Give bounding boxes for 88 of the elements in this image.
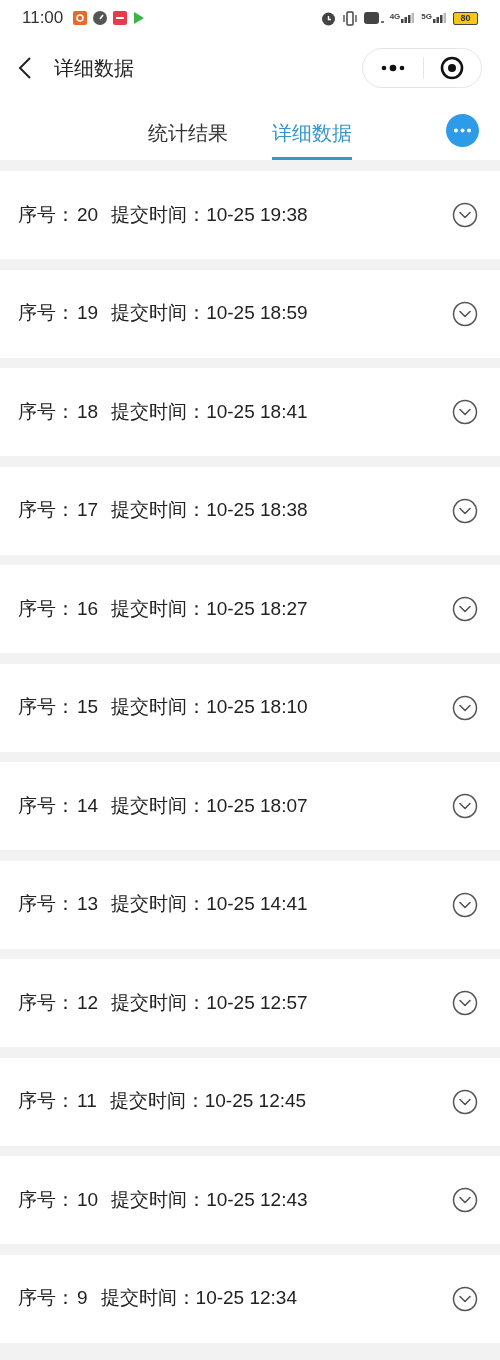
chevron-down-icon[interactable] <box>452 1088 478 1115</box>
sequence-label: 序号： <box>18 1089 75 1114</box>
sequence-number: 15 <box>77 695 99 720</box>
chevron-down-icon[interactable] <box>452 596 478 622</box>
app-notification-icon <box>113 11 128 25</box>
submit-time-label: 提交时间： <box>111 793 207 818</box>
submit-time-label: 提交时间： <box>111 301 207 326</box>
network-label: 4G <box>389 13 401 21</box>
chevron-down-icon[interactable] <box>452 399 478 425</box>
chevron-down-icon[interactable] <box>452 497 478 524</box>
record-row[interactable]: 序号：10 提交时间：10-25 12:43 <box>0 1156 500 1244</box>
submit-time-label: 提交时间： <box>109 1089 205 1114</box>
tab[interactable]: 统计结果 <box>148 100 228 160</box>
submit-time-label: 提交时间： <box>111 498 207 523</box>
sequence-label: 序号： <box>18 892 75 917</box>
sequence-number: 10 <box>77 1187 99 1212</box>
sequence-number: 17 <box>77 498 99 523</box>
sequence-label: 序号： <box>18 1187 75 1212</box>
record-row[interactable]: 序号：11 提交时间：10-25 12:45 <box>0 1057 500 1146</box>
record-row[interactable]: 序号：13 提交时间：10-25 14:41 <box>0 860 500 949</box>
sequence-label: 序号： <box>18 399 75 424</box>
sequence-number: 12 <box>77 990 99 1015</box>
gauge-icon <box>93 11 108 25</box>
submit-time: 10-25 12:34 <box>195 1286 297 1311</box>
submit-time: 10-25 12:43 <box>206 1187 308 1212</box>
submit-time-label: 提交时间： <box>111 1187 207 1212</box>
page-title: 详细数据 <box>54 56 134 81</box>
record-row[interactable]: 序号：19 提交时间：10-25 18:59 <box>0 269 500 358</box>
chevron-down-icon[interactable] <box>452 202 478 228</box>
sequence-number: 19 <box>77 301 99 326</box>
submit-time: 10-25 18:07 <box>206 793 308 818</box>
submit-time: 10-25 19:38 <box>206 202 308 227</box>
record-row[interactable]: 序号：14 提交时间：10-25 18:07 <box>0 762 500 850</box>
sequence-number: 9 <box>77 1286 88 1311</box>
submit-time: 10-25 18:10 <box>206 695 308 720</box>
record-row[interactable]: 序号：20 提交时间：10-25 19:38 <box>0 171 500 259</box>
status-time: 11:00 <box>22 7 64 30</box>
sequence-number: 20 <box>77 202 99 227</box>
play-icon <box>133 11 146 25</box>
submit-time: 10-25 18:41 <box>206 399 308 424</box>
submit-time: 10-25 18:27 <box>206 596 308 621</box>
record-row[interactable]: 序号：9 提交时间：10-25 12:34 <box>0 1254 500 1343</box>
submit-time: 10-25 14:41 <box>206 892 308 917</box>
signal-icon <box>433 13 447 23</box>
chevron-down-icon[interactable] <box>452 1187 478 1213</box>
sequence-label: 序号： <box>18 202 75 227</box>
chevron-down-icon[interactable] <box>452 694 478 721</box>
sequence-number: 14 <box>77 793 99 818</box>
sequence-label: 序号： <box>18 990 75 1015</box>
sequence-number: 11 <box>77 1089 97 1114</box>
chevron-down-icon[interactable] <box>452 793 478 819</box>
submit-time-label: 提交时间： <box>111 990 207 1015</box>
more-icon[interactable] <box>379 64 406 72</box>
sequence-label: 序号： <box>18 793 75 818</box>
sequence-number: 13 <box>77 892 99 917</box>
sequence-label: 序号： <box>18 301 75 326</box>
app-notification-icon <box>73 11 88 25</box>
record-row[interactable]: 序号：15 提交时间：10-25 18:10 <box>0 663 500 752</box>
submit-time: 10-25 12:57 <box>206 990 308 1015</box>
submit-time: 10-25 18:59 <box>206 301 308 326</box>
submit-time-label: 提交时间： <box>111 695 207 720</box>
sequence-label: 序号： <box>18 695 75 720</box>
vibrate-icon <box>341 10 358 26</box>
chevron-down-icon[interactable] <box>452 891 478 918</box>
chevron-down-icon[interactable] <box>452 300 478 327</box>
alarm-icon <box>320 10 336 26</box>
submit-time: 10-25 12:45 <box>204 1089 307 1114</box>
submit-time-label: 提交时间： <box>111 399 207 424</box>
sequence-label: 序号： <box>18 1286 75 1311</box>
sequence-number: 18 <box>77 399 99 424</box>
record-row[interactable]: 序号：12 提交时间：10-25 12:57 <box>0 959 500 1047</box>
submit-time-label: 提交时间： <box>100 1286 196 1311</box>
sequence-label: 序号： <box>18 596 75 621</box>
submit-time-label: 提交时间： <box>111 202 207 227</box>
submit-time-label: 提交时间： <box>111 596 207 621</box>
sequence-number: 16 <box>77 596 99 621</box>
submit-time-label: 提交时间： <box>111 892 207 917</box>
record-row[interactable]: 序号：18 提交时间：10-25 18:41 <box>0 368 500 456</box>
signal-icon <box>401 13 416 23</box>
chevron-down-icon[interactable] <box>452 990 478 1016</box>
battery-icon: 80 <box>453 11 478 25</box>
network-label: 5G <box>421 13 432 21</box>
sequence-label: 序号： <box>18 498 75 523</box>
back-icon[interactable] <box>18 57 32 79</box>
record-row[interactable]: 序号：17 提交时间：10-25 18:38 <box>0 466 500 555</box>
submit-time: 10-25 18:38 <box>206 498 308 523</box>
chevron-down-icon[interactable] <box>452 1285 478 1312</box>
record-row[interactable]: 序号：16 提交时间：10-25 18:27 <box>0 565 500 653</box>
